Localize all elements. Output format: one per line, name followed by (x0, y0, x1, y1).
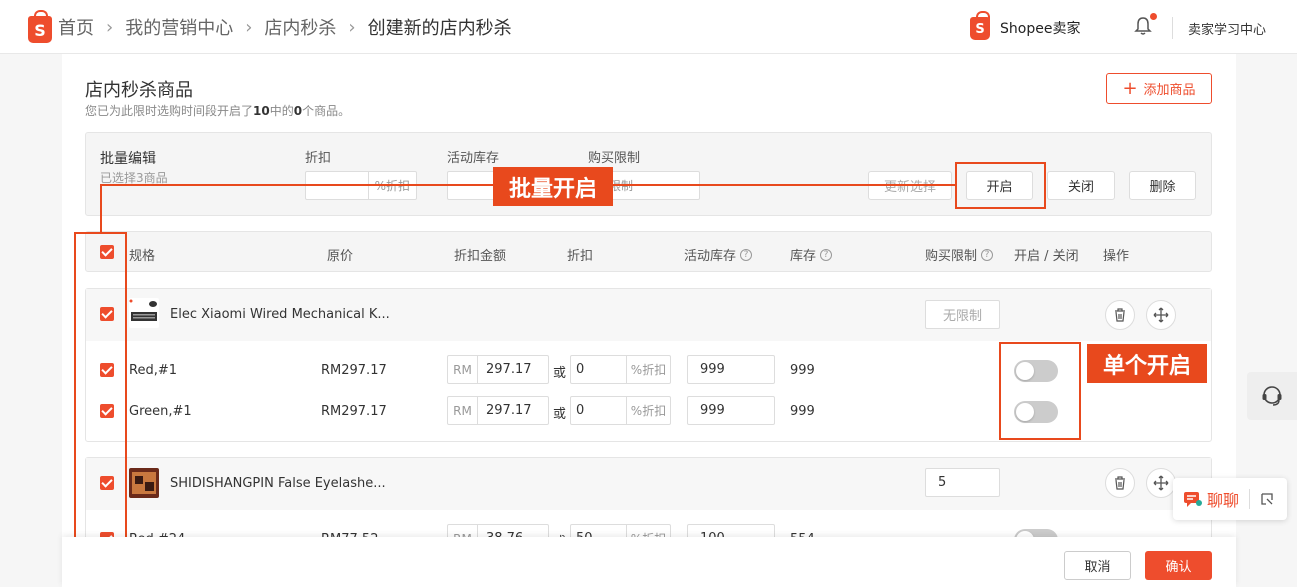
original-price: RM297.17 (321, 404, 387, 419)
purchase-limit-input[interactable]: 无限制 (925, 300, 1000, 329)
breadcrumb-current: 创建新的店内秒杀 (367, 18, 512, 39)
breadcrumb: 首页 › 我的营销中心 › 店内秒杀 › 创建新的店内秒杀 (58, 14, 512, 40)
header-discount-price: 折扣金额 (454, 249, 507, 264)
variant-name: Green,#1 (129, 404, 192, 419)
single-enable-annotation: 单个开启 (1087, 344, 1207, 383)
campaign-stock-label: 活动库存 (447, 151, 500, 166)
keyboard-thumbnail-icon (129, 298, 159, 328)
header-orig-price: 原价 (327, 249, 354, 264)
add-product-button[interactable]: + 添加商品 (1106, 73, 1212, 104)
section-title: 店内秒杀商品 (85, 80, 193, 101)
notification-dot (1150, 13, 1157, 20)
campaign-stock-input[interactable]: 999 (687, 396, 775, 425)
header-spec: 规格 (129, 249, 156, 264)
chevron-right-icon: › (348, 16, 356, 38)
header-actions: 操作 (1103, 249, 1130, 264)
purchase-limit-input[interactable]: 5 (925, 468, 1000, 497)
header-toggle: 开启 / 关闭 (1014, 249, 1079, 264)
help-icon[interactable]: ? (740, 248, 753, 261)
product-name: Elec Xiaomi Wired Mechanical K... (170, 307, 390, 322)
header-discount: 折扣 (567, 249, 594, 264)
enable-button-highlight (955, 162, 1046, 209)
breadcrumb-marketing[interactable]: 我的营销中心 (125, 14, 233, 40)
help-icon[interactable]: ? (820, 248, 833, 261)
bell-icon[interactable] (1134, 16, 1152, 36)
customer-service-button[interactable] (1247, 372, 1297, 420)
chevron-right-icon: › (245, 16, 253, 38)
product-name: SHIDISHANGPIN False Eyelashe... (170, 476, 386, 491)
original-price: RM297.17 (321, 363, 387, 378)
chevron-right-icon: › (106, 16, 114, 38)
footer-bar (62, 537, 1236, 587)
or-label: 或 (553, 407, 567, 422)
batch-edit-title: 批量编辑 (100, 151, 156, 167)
divider (1172, 17, 1173, 39)
or-label: 或 (553, 366, 567, 381)
discount-percent-input[interactable]: 0 %折扣 (570, 355, 671, 384)
stock-value: 999 (790, 363, 815, 378)
chat-icon (1184, 492, 1202, 507)
toggle-highlight (999, 342, 1081, 440)
eyelashes-thumbnail-icon (129, 468, 159, 498)
discount-label: 折扣 (305, 151, 332, 166)
batch-disable-button[interactable]: 关闭 (1047, 171, 1115, 200)
checkbox-column-highlight (74, 232, 127, 542)
divider (1249, 489, 1251, 509)
chat-label: 聊聊 (1207, 491, 1240, 510)
shopee-logo-icon[interactable]: S (28, 10, 52, 43)
cancel-button[interactable]: 取消 (1064, 551, 1131, 580)
stock-value: 999 (790, 404, 815, 419)
chat-widget[interactable]: 聊聊 (1173, 478, 1287, 520)
move-icon[interactable] (1146, 300, 1176, 330)
breadcrumb-home[interactable]: 首页 (58, 14, 94, 40)
learning-center-link[interactable]: 卖家学习中心 (1188, 19, 1266, 38)
trash-icon[interactable] (1105, 468, 1135, 498)
purchase-limit-label: 购买限制 (588, 151, 641, 166)
batch-delete-button[interactable]: 删除 (1129, 171, 1196, 200)
discount-price-input[interactable]: RM 297.17 (447, 396, 549, 425)
campaign-stock-input[interactable]: 999 (687, 355, 775, 384)
move-icon[interactable] (1146, 468, 1176, 498)
variant-name: Red,#1 (129, 363, 177, 378)
confirm-button[interactable]: 确认 (1145, 551, 1212, 580)
headset-icon (1262, 386, 1282, 406)
annotation-connector (100, 184, 102, 233)
header-campaign-stock: 活动库存? (684, 245, 753, 264)
trash-icon[interactable] (1105, 300, 1135, 330)
discount-price-input[interactable]: RM 297.17 (447, 355, 549, 384)
minimize-icon[interactable] (1260, 492, 1274, 506)
header-stock: 库存? (790, 245, 833, 264)
batch-enable-annotation: 批量开启 (493, 167, 613, 206)
plus-icon: + (1122, 77, 1138, 99)
help-icon[interactable]: ? (981, 248, 994, 261)
discount-percent-input[interactable]: 0 %折扣 (570, 396, 671, 425)
brand-name[interactable]: Shopee卖家 (1000, 18, 1080, 38)
section-subtitle: 您已为此限时选购时间段开启了10中的0个商品。 (85, 104, 351, 118)
shopee-seller-logo-icon[interactable]: S (970, 11, 990, 40)
header-purchase-limit: 购买限制? (925, 245, 994, 264)
breadcrumb-flash-sale[interactable]: 店内秒杀 (264, 14, 336, 40)
